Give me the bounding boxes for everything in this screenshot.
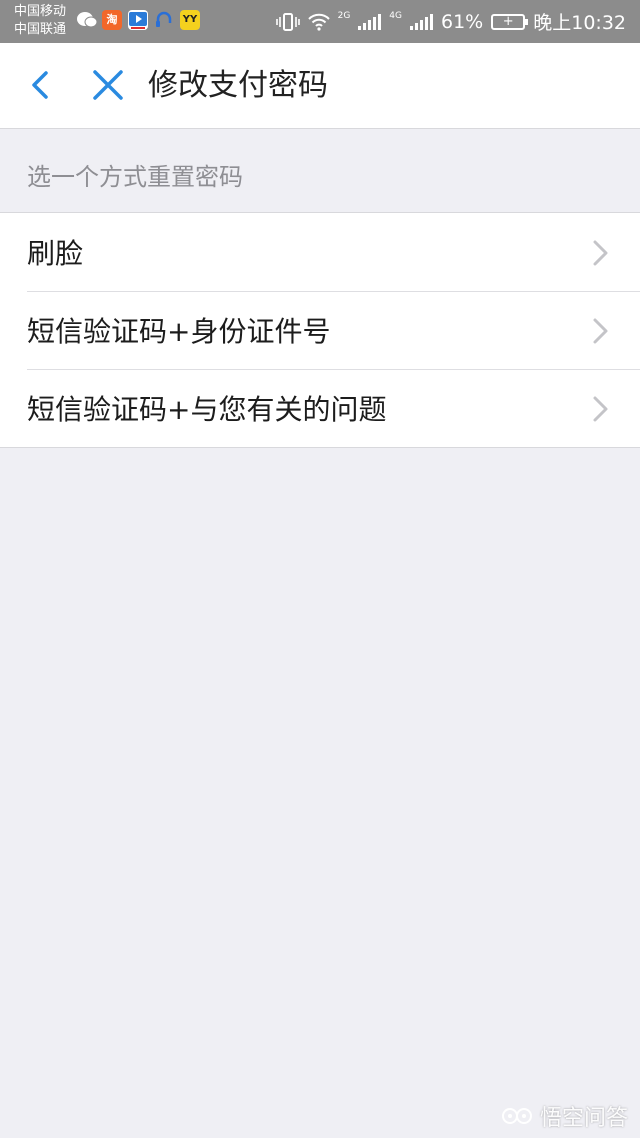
clock: 晚上10:32 bbox=[533, 12, 626, 34]
network-1-label: 2G bbox=[337, 10, 351, 21]
wukong-logo-icon bbox=[501, 1108, 532, 1124]
vibrate-icon bbox=[275, 12, 300, 31]
yy-app-icon: YY bbox=[180, 10, 200, 30]
reset-method-list: 刷脸 短信验证码+身份证件号 短信验证码+与您有关的问题 bbox=[0, 212, 640, 448]
watermark-text: 悟空问答 bbox=[539, 1106, 628, 1131]
video-app-icon bbox=[128, 10, 148, 30]
network-2-label: 4G bbox=[389, 10, 402, 21]
close-button[interactable] bbox=[88, 65, 128, 105]
section-header: 选一个方式重置密码 bbox=[27, 163, 243, 191]
option-face-recognition[interactable]: 刷脸 bbox=[0, 213, 640, 291]
chevron-right-icon bbox=[593, 318, 608, 344]
wifi-icon bbox=[307, 13, 330, 31]
option-label: 短信验证码+与您有关的问题 bbox=[27, 393, 387, 426]
chevron-right-icon bbox=[593, 240, 608, 266]
battery-percent: 61% bbox=[441, 10, 484, 33]
nav-bar: 修改支付密码 bbox=[0, 43, 640, 129]
back-button[interactable] bbox=[24, 65, 64, 105]
carrier-info: 中国移动 中国联通 bbox=[14, 3, 66, 39]
headset-app-icon bbox=[154, 10, 174, 30]
chevron-right-icon bbox=[593, 396, 608, 422]
page-title: 修改支付密码 bbox=[148, 68, 328, 103]
signal-1-icon bbox=[358, 13, 382, 30]
wechat-icon bbox=[76, 10, 98, 30]
option-label: 刷脸 bbox=[27, 237, 84, 270]
chevron-left-icon bbox=[32, 71, 48, 99]
carrier-1: 中国移动 bbox=[14, 4, 67, 19]
taobao-icon: 淘 bbox=[102, 10, 122, 30]
signal-2-icon bbox=[410, 13, 433, 30]
battery-icon: + bbox=[491, 13, 529, 30]
option-label: 短信验证码+身份证件号 bbox=[27, 315, 331, 348]
carrier-2: 中国联通 bbox=[14, 22, 67, 37]
option-sms-id-number[interactable]: 短信验证码+身份证件号 bbox=[0, 291, 640, 369]
status-bar: 中国移动 中国联通 淘 YY 2G 4G 61% + 晚上10:32 bbox=[0, 0, 640, 43]
notification-icons: 淘 YY bbox=[76, 10, 200, 30]
watermark: 悟空问答 bbox=[500, 1100, 628, 1132]
status-right: 2G 4G 61% + 晚上10:32 bbox=[275, 0, 626, 43]
option-sms-security-question[interactable]: 短信验证码+与您有关的问题 bbox=[0, 369, 640, 447]
close-icon bbox=[93, 70, 123, 100]
